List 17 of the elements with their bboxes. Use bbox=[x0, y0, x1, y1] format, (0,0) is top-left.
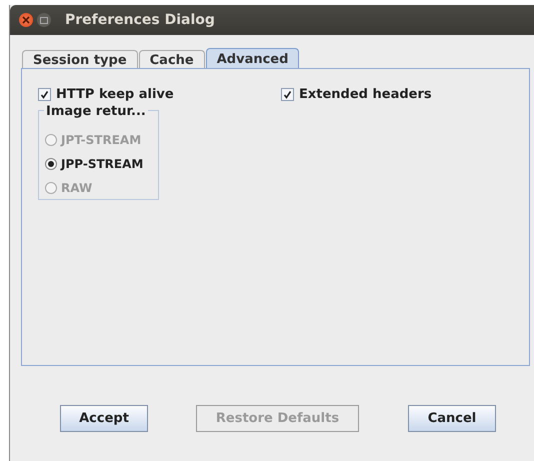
tab[interactable]: Advanced bbox=[206, 48, 300, 68]
tab[interactable]: Cache bbox=[138, 50, 205, 68]
checkbox[interactable] bbox=[38, 88, 51, 101]
window-title: Preferences Dialog bbox=[65, 12, 215, 28]
close-icon[interactable] bbox=[19, 13, 33, 27]
group-label: Image retur... bbox=[44, 104, 148, 119]
cancel-button[interactable]: Cancel bbox=[408, 405, 496, 432]
checkbox-label: Extended headers bbox=[299, 87, 432, 102]
tab[interactable]: Session type bbox=[22, 50, 138, 68]
radio-button[interactable] bbox=[45, 158, 57, 170]
checkbox[interactable] bbox=[281, 88, 294, 101]
radio-label: RAW bbox=[61, 181, 92, 195]
minimize-icon[interactable] bbox=[37, 13, 51, 27]
accept-button[interactable]: Accept bbox=[60, 405, 148, 432]
radio-label: JPT-STREAM bbox=[61, 133, 142, 147]
checkbox-label: HTTP keep alive bbox=[56, 87, 174, 102]
radio-label: JPP-STREAM bbox=[61, 157, 144, 171]
